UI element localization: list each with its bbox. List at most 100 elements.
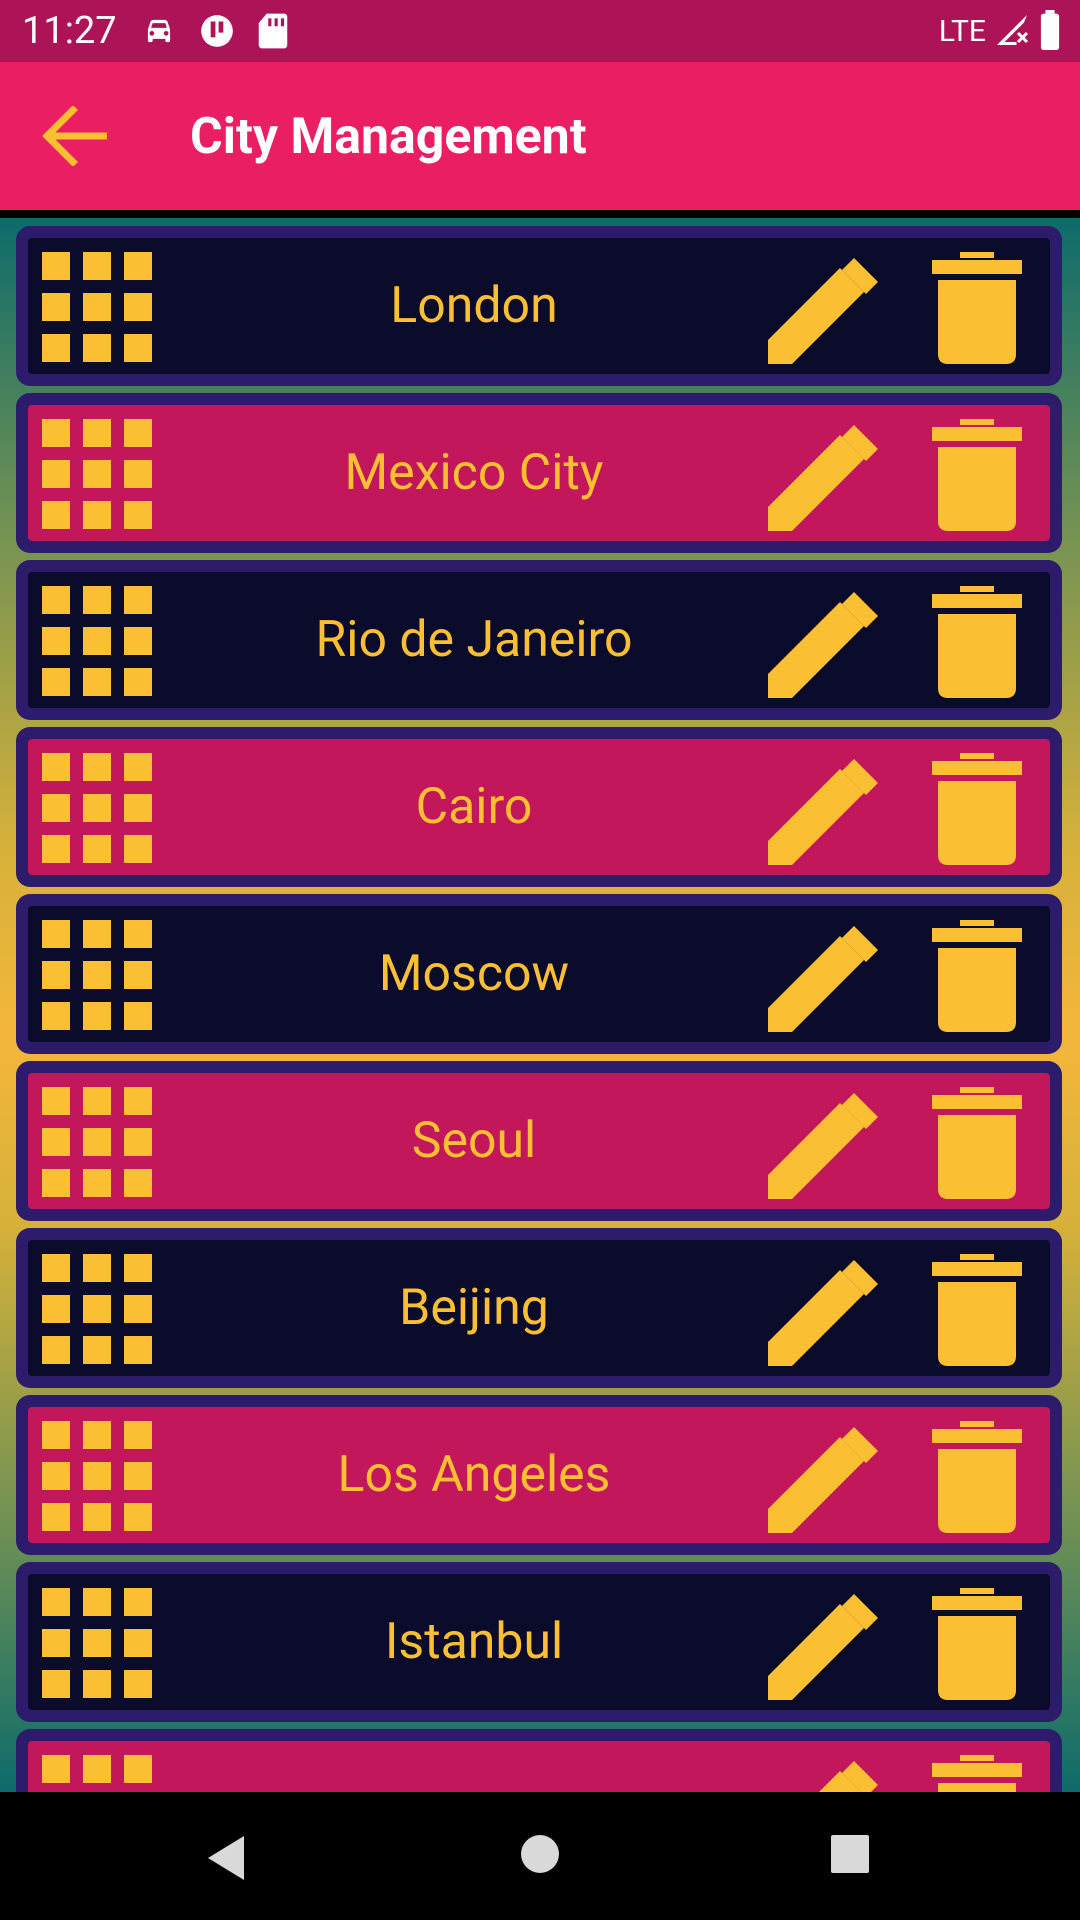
pencil-icon	[768, 1427, 880, 1537]
drag-handle-grid-icon[interactable]	[42, 586, 152, 696]
delete-button[interactable]	[932, 753, 1022, 865]
trash-icon	[932, 1254, 1022, 1370]
city-row[interactable]: Seoul	[16, 1061, 1062, 1221]
pencil-icon	[768, 926, 880, 1036]
city-row-card[interactable]: Cairo	[28, 739, 1050, 875]
delete-button[interactable]	[932, 1254, 1022, 1366]
edit-button[interactable]	[768, 1755, 880, 1792]
screen: 11:27 LTE City Management London Mexico …	[0, 0, 1080, 1920]
city-name: London	[390, 277, 558, 335]
city-row-card[interactable]: Istanbul	[28, 1574, 1050, 1710]
city-name: Rio de Janeiro	[315, 611, 633, 669]
edit-button[interactable]	[768, 1588, 880, 1700]
trash-icon	[932, 1421, 1022, 1537]
pencil-icon	[768, 759, 880, 869]
city-row[interactable]: Istanbul	[16, 1562, 1062, 1722]
drag-handle-grid-icon[interactable]	[42, 753, 152, 863]
network-type: LTE	[938, 14, 986, 49]
edit-button[interactable]	[768, 1087, 880, 1199]
back-button[interactable]	[30, 98, 120, 174]
city-row-card[interactable]: Mexico City	[28, 405, 1050, 541]
status-bar: 11:27 LTE	[0, 0, 1080, 62]
nav-back-icon	[208, 1836, 244, 1880]
trash-icon	[932, 252, 1022, 368]
drag-handle-grid-icon[interactable]	[42, 1755, 152, 1792]
trash-icon	[932, 1087, 1022, 1203]
notification-app-icon	[198, 12, 236, 54]
trash-icon	[932, 753, 1022, 869]
trash-icon	[932, 920, 1022, 1036]
pencil-icon	[768, 1260, 880, 1370]
city-name: Beijing	[399, 1279, 549, 1337]
city-row-card[interactable]	[28, 1741, 1050, 1792]
edit-button[interactable]	[768, 920, 880, 1032]
city-name: Cairo	[415, 778, 533, 836]
sd-card-icon	[256, 12, 290, 54]
nav-recents-button[interactable]	[830, 1834, 870, 1874]
trash-icon	[932, 419, 1022, 535]
navigation-bar	[0, 1792, 1080, 1920]
city-row[interactable]: Beijing	[16, 1228, 1062, 1388]
city-row[interactable]: Rio de Janeiro	[16, 560, 1062, 720]
city-name: Mexico City	[344, 444, 604, 502]
city-name	[158, 1741, 790, 1792]
drag-handle-grid-icon[interactable]	[42, 1087, 152, 1197]
status-right: LTE	[939, 10, 1062, 54]
app-bar: City Management	[0, 62, 1080, 210]
edit-button[interactable]	[768, 1421, 880, 1533]
drag-handle-grid-icon[interactable]	[42, 252, 152, 362]
city-row-card[interactable]: Moscow	[28, 906, 1050, 1042]
edit-button[interactable]	[768, 419, 880, 531]
city-row[interactable]	[16, 1729, 1062, 1792]
trash-icon	[932, 586, 1022, 702]
pencil-icon	[768, 425, 880, 535]
city-row-card[interactable]: Seoul	[28, 1073, 1050, 1209]
city-name: Moscow	[378, 945, 570, 1003]
city-row[interactable]: Los Angeles	[16, 1395, 1062, 1555]
nav-back-button[interactable]	[204, 1834, 252, 1882]
city-row-card[interactable]: Rio de Janeiro	[28, 572, 1050, 708]
pencil-icon	[768, 592, 880, 702]
edit-button[interactable]	[768, 252, 880, 364]
car-icon	[140, 12, 178, 54]
pencil-icon	[768, 1594, 880, 1704]
edit-button[interactable]	[768, 753, 880, 865]
page-title: City Management	[190, 108, 587, 166]
nav-home-button[interactable]	[520, 1834, 560, 1874]
delete-button[interactable]	[932, 1755, 1022, 1792]
trash-icon	[932, 1588, 1022, 1704]
city-row-card[interactable]: London	[28, 238, 1050, 374]
edit-button[interactable]	[768, 1254, 880, 1366]
nav-recents-icon	[831, 1835, 869, 1873]
signal-icon	[994, 12, 1030, 52]
drag-handle-grid-icon[interactable]	[42, 1254, 152, 1364]
delete-button[interactable]	[932, 1087, 1022, 1199]
city-row[interactable]: London	[16, 226, 1062, 386]
delete-button[interactable]	[932, 586, 1022, 698]
drag-handle-grid-icon[interactable]	[42, 1421, 152, 1531]
delete-button[interactable]	[932, 252, 1022, 364]
drag-handle-grid-icon[interactable]	[42, 419, 152, 529]
city-name: Seoul	[411, 1112, 537, 1170]
city-row-card[interactable]: Los Angeles	[28, 1407, 1050, 1543]
status-notification-icons	[140, 12, 290, 54]
arrow-back-icon	[42, 106, 107, 166]
city-name: Istanbul	[384, 1613, 564, 1671]
pencil-icon	[768, 1093, 880, 1203]
battery-icon	[1038, 10, 1062, 54]
nav-home-icon	[521, 1835, 559, 1873]
drag-handle-grid-icon[interactable]	[42, 920, 152, 1030]
edit-button[interactable]	[768, 586, 880, 698]
city-row[interactable]: Moscow	[16, 894, 1062, 1054]
delete-button[interactable]	[932, 920, 1022, 1032]
city-row[interactable]: Cairo	[16, 727, 1062, 887]
city-row-card[interactable]: Beijing	[28, 1240, 1050, 1376]
city-list: London Mexico City Rio de Janeiro Cairo …	[16, 226, 1062, 1792]
delete-button[interactable]	[932, 1421, 1022, 1533]
drag-handle-grid-icon[interactable]	[42, 1588, 152, 1698]
delete-button[interactable]	[932, 1588, 1022, 1700]
city-list-container[interactable]: London Mexico City Rio de Janeiro Cairo …	[0, 218, 1080, 1792]
delete-button[interactable]	[932, 419, 1022, 531]
status-time: 11:27	[22, 9, 117, 53]
city-row[interactable]: Mexico City	[16, 393, 1062, 553]
